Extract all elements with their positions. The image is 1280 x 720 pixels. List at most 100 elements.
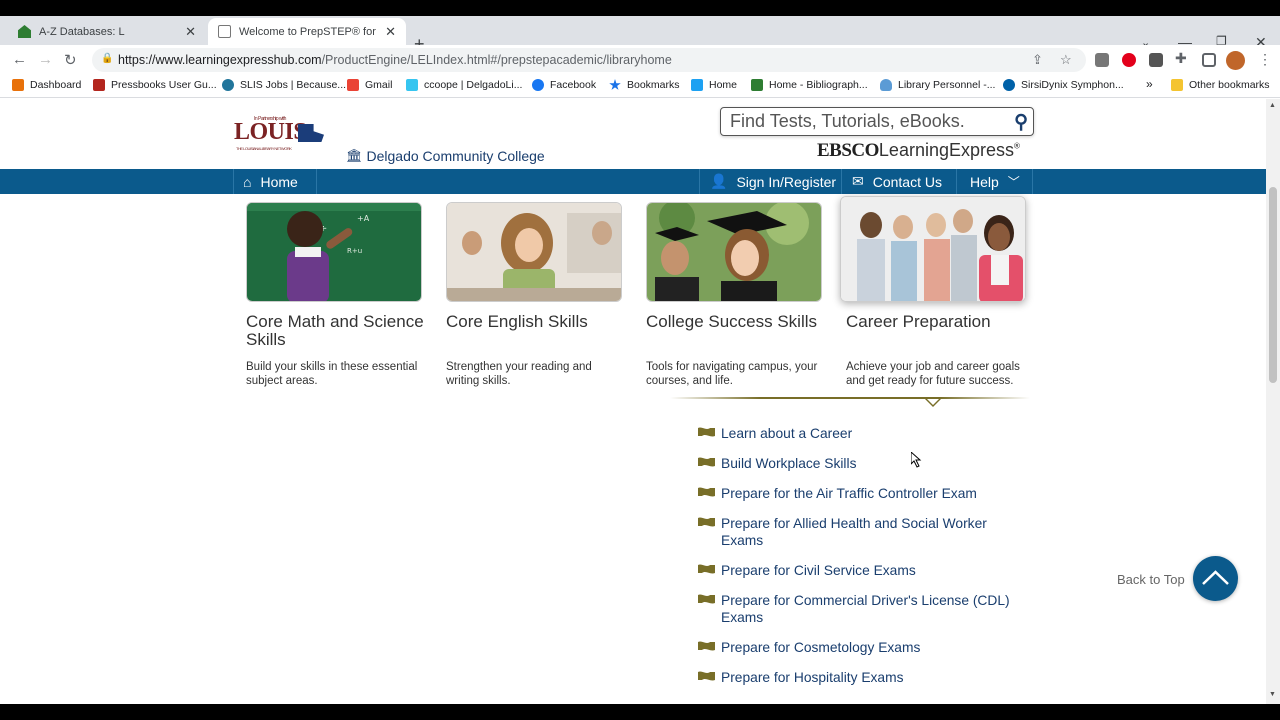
flag-bullet-icon bbox=[698, 564, 715, 574]
bookmark-library-personnel[interactable]: Library Personnel -... bbox=[880, 79, 995, 91]
bookmark-star-icon[interactable]: ☆ bbox=[1060, 52, 1072, 68]
card-description: Tools for navigating campus, your course… bbox=[646, 361, 818, 387]
card-image-college[interactable] bbox=[646, 202, 822, 302]
page-scrollbar[interactable]: ▲ ▼ bbox=[1266, 99, 1280, 704]
career-link-label[interactable]: Prepare for Allied Health and Social Wor… bbox=[721, 516, 987, 548]
bookmark-slack[interactable]: ccoope | DelgadoLi... bbox=[406, 79, 522, 91]
close-tab-icon[interactable]: ✕ bbox=[385, 24, 396, 40]
bookmark-label: ccoope | DelgadoLi... bbox=[424, 79, 523, 91]
nav-sign-in[interactable]: 👤 Sign In/Register bbox=[710, 169, 836, 194]
card-description: Strengthen your reading and writing skil… bbox=[446, 361, 592, 387]
bookmark-sirsidynix[interactable]: SirsiDynix Symphon... bbox=[1003, 79, 1124, 91]
back-arrow-icon[interactable]: ← bbox=[12, 51, 27, 68]
flag-bullet-icon bbox=[698, 671, 715, 681]
page-favicon-icon bbox=[218, 25, 231, 38]
share-icon[interactable]: ⇪ bbox=[1032, 52, 1043, 68]
tab-prepstep[interactable]: Welcome to PrepSTEP® for Colle ✕ bbox=[208, 18, 406, 45]
scroll-up-icon[interactable]: ▲ bbox=[1269, 102, 1276, 109]
bookmark-bookmarks[interactable]: Bookmarks bbox=[609, 79, 680, 91]
opera-extension-icon[interactable] bbox=[1122, 53, 1136, 67]
back-to-top-label[interactable]: Back to Top bbox=[1117, 572, 1185, 587]
cloud-icon bbox=[880, 79, 892, 91]
close-tab-icon[interactable]: ✕ bbox=[185, 24, 196, 40]
bookmark-slis-jobs[interactable]: SLIS Jobs | Because... bbox=[222, 79, 346, 91]
web-page: In Partnership with LOUIS THE LOUISIANA … bbox=[0, 99, 1266, 704]
search-input[interactable]: Find Tests, Tutorials, eBooks. ⚲ bbox=[720, 107, 1034, 136]
card-title[interactable]: Core Math and Science Skills bbox=[246, 313, 446, 349]
bookmark-facebook[interactable]: Facebook bbox=[532, 79, 596, 91]
career-link-item[interactable]: Prepare for Hospitality Exams bbox=[698, 669, 1018, 686]
forward-arrow-icon[interactable]: → bbox=[38, 51, 53, 68]
address-bar[interactable]: 🔒 https://www.learningexpresshub.com/Pro… bbox=[92, 48, 1086, 72]
bookmark-pressbooks[interactable]: Pressbooks User Gu... bbox=[93, 79, 217, 91]
career-link-label[interactable]: Prepare for Commercial Driver's License … bbox=[721, 593, 1010, 625]
career-link-label[interactable]: Prepare for Hospitality Exams bbox=[721, 670, 904, 685]
card-description: Achieve your job and career goals and ge… bbox=[846, 361, 1020, 387]
career-link-label[interactable]: Prepare for the Air Traffic Controller E… bbox=[721, 486, 977, 501]
card-title[interactable]: Career Preparation bbox=[846, 313, 1046, 331]
bookmark-dashboard[interactable]: Dashboard bbox=[12, 79, 81, 91]
bottom-black-bar bbox=[0, 704, 1280, 720]
card-image-english[interactable] bbox=[446, 202, 622, 302]
career-link-label[interactable]: Prepare for Civil Service Exams bbox=[721, 563, 916, 578]
flag-bullet-icon bbox=[698, 487, 715, 497]
nav-separator bbox=[1032, 169, 1033, 194]
louis-logo[interactable]: In Partnership with LOUIS THE LOUISIANA … bbox=[234, 116, 324, 151]
career-link-item[interactable]: Learn about a Career bbox=[698, 425, 1018, 442]
back-to-top-button[interactable] bbox=[1193, 556, 1238, 601]
ebsco-wordmark: EBSCO bbox=[817, 140, 879, 161]
reload-icon[interactable]: ↻ bbox=[64, 51, 77, 69]
tab-az-databases[interactable]: A-Z Databases: L ✕ bbox=[8, 18, 206, 45]
nav-contact[interactable]: ✉ Contact Us bbox=[852, 169, 942, 194]
home-icon: ⌂ bbox=[243, 173, 252, 190]
card-image-math[interactable]: n+A = ÷ +A R+u bbox=[246, 202, 422, 302]
career-link-label[interactable]: Build Workplace Skills bbox=[721, 456, 856, 471]
tab-title: Welcome to PrepSTEP® for Colle bbox=[239, 25, 379, 38]
tab-title: A-Z Databases: L bbox=[39, 25, 125, 38]
search-icon[interactable]: ⚲ bbox=[1014, 111, 1028, 134]
url-path: /ProductEngine/LELIndex.html#/prepstepac… bbox=[321, 53, 672, 67]
extension-grid-icon[interactable] bbox=[1149, 53, 1163, 67]
card-description: Build your skills in these essential sub… bbox=[246, 361, 418, 387]
browser-toolbar: ← → ↻ 🔒 https://www.learningexpresshub.c… bbox=[0, 45, 1280, 75]
career-link-label[interactable]: Learn about a Career bbox=[721, 426, 852, 441]
career-link-item[interactable]: Prepare for Cosmetology Exams bbox=[698, 639, 1018, 656]
twitter-icon bbox=[691, 79, 703, 91]
career-link-item[interactable]: Prepare for Allied Health and Social Wor… bbox=[698, 515, 1018, 549]
library-favicon-icon bbox=[751, 79, 763, 91]
profile-avatar[interactable] bbox=[1226, 51, 1245, 70]
nav-separator bbox=[233, 169, 234, 194]
flag-bullet-icon bbox=[698, 641, 715, 651]
main-nav-bar: ⌂ Home 👤 Sign In/Register ✉ Contact Us H… bbox=[0, 169, 1266, 194]
other-bookmarks-label: Other bookmarks bbox=[1189, 79, 1270, 91]
url-host: https://www.learningexpresshub.com bbox=[118, 53, 322, 67]
card-image-career[interactable] bbox=[840, 196, 1026, 302]
facebook-icon bbox=[532, 79, 544, 91]
other-bookmarks[interactable]: Other bookmarks bbox=[1171, 79, 1270, 91]
search-placeholder: Find Tests, Tutorials, eBooks. bbox=[730, 111, 965, 131]
scrollbar-thumb[interactable] bbox=[1269, 187, 1277, 383]
side-panel-icon[interactable] bbox=[1202, 53, 1216, 67]
career-link-item[interactable]: Build Workplace Skills bbox=[698, 455, 1018, 472]
flag-bullet-icon bbox=[698, 594, 715, 604]
bookmark-bibliograph[interactable]: Home - Bibliograph... bbox=[751, 79, 868, 91]
career-link-item[interactable]: Prepare for Civil Service Exams bbox=[698, 562, 1018, 579]
card-title[interactable]: Core English Skills bbox=[446, 313, 646, 331]
career-links-list: Learn about a Career Build Workplace Skil… bbox=[698, 425, 1018, 699]
bookmark-gmail[interactable]: Gmail bbox=[347, 79, 392, 91]
gmail-icon bbox=[347, 79, 359, 91]
bookmark-twitter-home[interactable]: Home bbox=[691, 79, 737, 91]
louisiana-map-icon bbox=[298, 124, 324, 142]
puzzle-icon[interactable]: ✚ bbox=[1175, 50, 1187, 67]
card-title[interactable]: College Success Skills bbox=[646, 313, 846, 331]
career-link-label[interactable]: Prepare for Cosmetology Exams bbox=[721, 640, 920, 655]
kebab-menu-icon[interactable]: ⋮ bbox=[1258, 51, 1272, 68]
bookmark-label: Pressbooks User Gu... bbox=[111, 79, 217, 91]
bookmarks-overflow[interactable]: » bbox=[1146, 77, 1153, 91]
scroll-down-icon[interactable]: ▼ bbox=[1269, 691, 1276, 698]
career-link-item[interactable]: Prepare for Commercial Driver's License … bbox=[698, 592, 1018, 626]
nav-home[interactable]: ⌂ Home bbox=[243, 169, 298, 194]
nav-help[interactable]: Help ﹀ bbox=[970, 169, 1020, 194]
career-link-item[interactable]: Prepare for the Air Traffic Controller E… bbox=[698, 485, 1018, 502]
extension-stack-icon[interactable] bbox=[1095, 53, 1109, 67]
